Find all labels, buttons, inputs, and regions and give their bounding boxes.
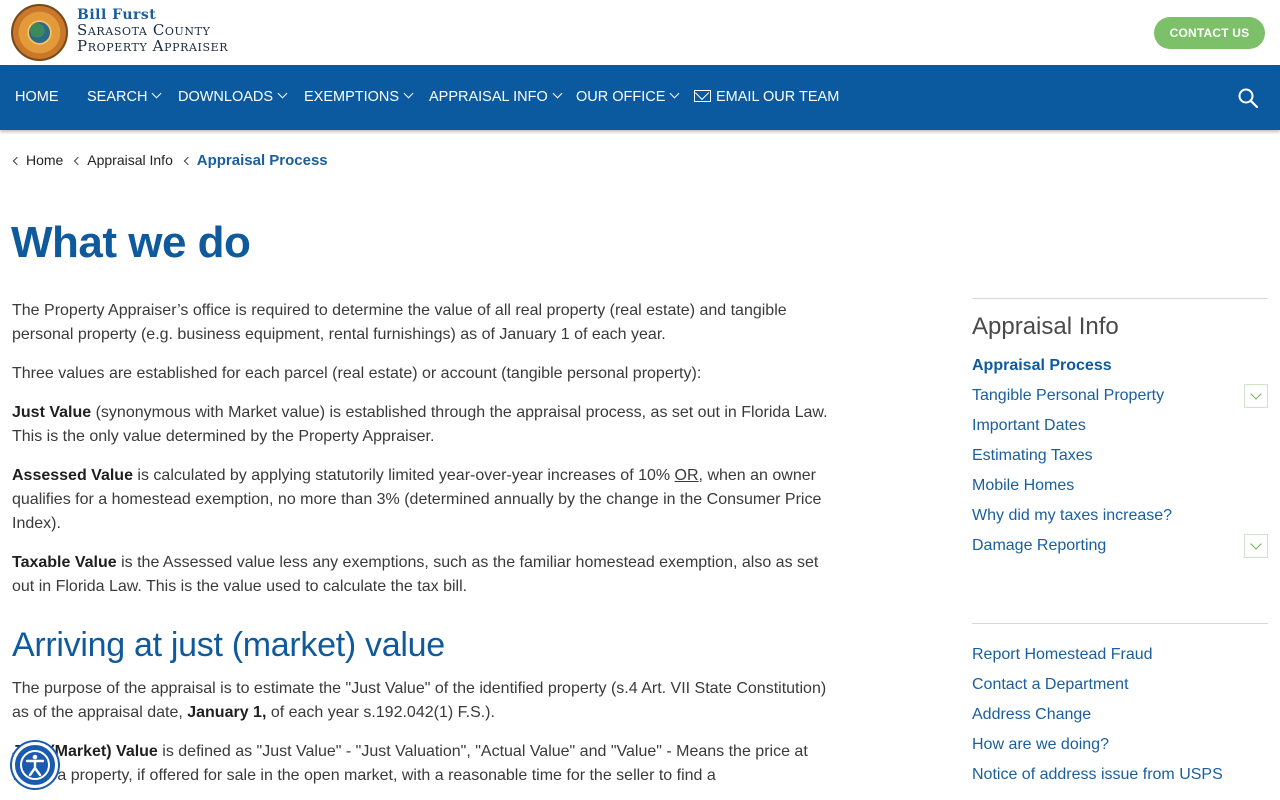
breadcrumb-appraisal-info[interactable]: Appraisal Info: [87, 152, 173, 168]
paragraph-appraisal-purpose: The purpose of the appraisal is to estim…: [12, 677, 842, 725]
chevron-down-icon: [277, 88, 288, 99]
county-seal-logo[interactable]: [11, 4, 68, 61]
link-usps-address-notice[interactable]: Notice of address issue from USPS: [972, 760, 1268, 790]
just-value-text: (synonymous with Market value) is establ…: [12, 404, 828, 445]
sidebar-item-label: Why did my taxes increase?: [972, 507, 1173, 524]
chevron-left-icon: [12, 156, 22, 166]
sidebar-appraisal-info: Appraisal Info Appraisal Process Tangibl…: [972, 298, 1268, 561]
quick-link-label: How are we doing?: [972, 736, 1109, 753]
breadcrumb-current: Appraisal Process: [196, 152, 328, 169]
sidebar-item-appraisal-process[interactable]: Appraisal Process: [972, 351, 1268, 381]
sidebar-item-tangible-personal-property[interactable]: Tangible Personal Property: [972, 381, 1268, 411]
sidebar-item-label: Damage Reporting: [972, 537, 1107, 554]
paragraph-market-definition: Just (Market) Value is defined as "Just …: [12, 740, 842, 788]
page-title: What we do: [11, 218, 251, 267]
nav-email-our-team[interactable]: EMAIL OUR TEAM: [694, 65, 839, 130]
or-emphasis: OR: [674, 467, 699, 484]
chevron-down-icon: [151, 88, 162, 99]
purpose-text-c: of each year s.192.042(1) F.S.).: [266, 704, 495, 721]
link-address-change[interactable]: Address Change: [972, 700, 1268, 730]
link-contact-department[interactable]: Contact a Department: [972, 670, 1268, 700]
nav-exemptions[interactable]: EXEMPTIONS: [304, 65, 414, 130]
sidebar-item-mobile-homes[interactable]: Mobile Homes: [972, 471, 1268, 501]
search-icon[interactable]: [1238, 88, 1258, 108]
assessed-value-text-a: is calculated by applying statutorily li…: [132, 467, 675, 484]
sidebar-quick-links: Report Homestead Fraud Contact a Departm…: [972, 623, 1268, 790]
breadcrumb-home[interactable]: Home: [26, 152, 63, 168]
expand-chevron-icon[interactable]: [1244, 534, 1268, 558]
breadcrumb: Home Appraisal Info Appraisal Process: [12, 152, 328, 169]
term-taxable-value: Taxable Value: [12, 554, 117, 571]
appraisal-date: January 1,: [187, 704, 267, 721]
paragraph-assessed-value: Assessed Value is calculated by applying…: [12, 464, 842, 536]
accessibility-icon: [20, 750, 50, 780]
brand-name: Bill Furst: [77, 7, 157, 23]
nav-downloads-label: DOWNLOADS: [178, 89, 274, 105]
divider: [972, 623, 1268, 624]
sidebar-item-label: Tangible Personal Property: [972, 387, 1165, 404]
term-just-value: Just Value: [12, 404, 92, 421]
nav-search-label: SEARCH: [87, 89, 148, 105]
chevron-down-icon: [669, 88, 680, 99]
paragraph-taxable-value: Taxable Value is the Assessed value less…: [12, 551, 842, 599]
term-assessed-value: Assessed Value: [12, 467, 133, 484]
paragraph-three-values: Three values are established for each pa…: [12, 365, 702, 382]
sidebar-item-estimating-taxes[interactable]: Estimating Taxes: [972, 441, 1268, 471]
sidebar-item-damage-reporting[interactable]: Damage Reporting: [972, 531, 1268, 561]
contact-us-button[interactable]: CONTACT US: [1154, 17, 1265, 49]
paragraph-just-value: Just Value (synonymous with Market value…: [12, 401, 842, 449]
brand-county: Sarasota County: [77, 21, 211, 39]
nav-exemptions-label: EXEMPTIONS: [304, 89, 400, 105]
sidebar-item-label: Appraisal Process: [972, 357, 1112, 374]
sidebar-item-important-dates[interactable]: Important Dates: [972, 411, 1268, 441]
section-heading-market-value: Arriving at just (market) value: [12, 626, 445, 664]
nav-home-label: HOME: [15, 89, 59, 105]
sidebar-item-label: Mobile Homes: [972, 477, 1075, 494]
link-report-homestead-fraud[interactable]: Report Homestead Fraud: [972, 640, 1268, 670]
main-content: The Property Appraiser’s office is requi…: [12, 299, 842, 800]
sidebar-item-taxes-increase[interactable]: Why did my taxes increase?: [972, 501, 1268, 531]
nav-email-label: EMAIL OUR TEAM: [716, 89, 840, 105]
nav-search[interactable]: SEARCH: [87, 65, 162, 130]
quick-link-label: Contact a Department: [972, 676, 1129, 693]
expand-chevron-icon[interactable]: [1244, 384, 1268, 408]
brand-logo-text[interactable]: Bill Furst Sarasota County Property Appr…: [77, 8, 228, 54]
accessibility-button[interactable]: [12, 742, 58, 788]
sidebar-item-label: Estimating Taxes: [972, 447, 1093, 464]
nav-downloads[interactable]: DOWNLOADS: [178, 65, 288, 130]
nav-our-office-label: OUR OFFICE: [576, 89, 666, 105]
divider: [972, 298, 1268, 299]
quick-link-label: Notice of address issue from USPS: [972, 766, 1223, 783]
link-how-are-we-doing[interactable]: How are we doing?: [972, 730, 1268, 760]
paragraph-intro: The Property Appraiser’s office is requi…: [12, 302, 787, 343]
site-header: Bill Furst Sarasota County Property Appr…: [0, 0, 1280, 65]
main-nav: HOME SEARCH DOWNLOADS EXEMPTIONS APPRAIS…: [0, 65, 1280, 130]
quick-link-label: Report Homestead Fraud: [972, 646, 1153, 663]
quick-link-label: Address Change: [972, 706, 1092, 723]
chevron-left-icon: [74, 156, 83, 166]
envelope-icon: [694, 90, 711, 102]
nav-appraisal-info-label: APPRAISAL INFO: [429, 89, 548, 105]
sidebar-title: Appraisal Info: [972, 313, 1119, 340]
taxable-value-text: is the Assessed value less any exemption…: [12, 554, 819, 595]
nav-home[interactable]: HOME: [15, 65, 59, 130]
nav-appraisal-info[interactable]: APPRAISAL INFO: [429, 65, 563, 130]
chevron-down-icon: [403, 88, 414, 99]
nav-our-office[interactable]: OUR OFFICE: [576, 65, 680, 130]
brand-office: Property Appraiser: [77, 37, 229, 55]
chevron-left-icon: [183, 156, 192, 166]
chevron-down-icon: [552, 88, 563, 99]
sidebar-item-label: Important Dates: [972, 417, 1086, 434]
